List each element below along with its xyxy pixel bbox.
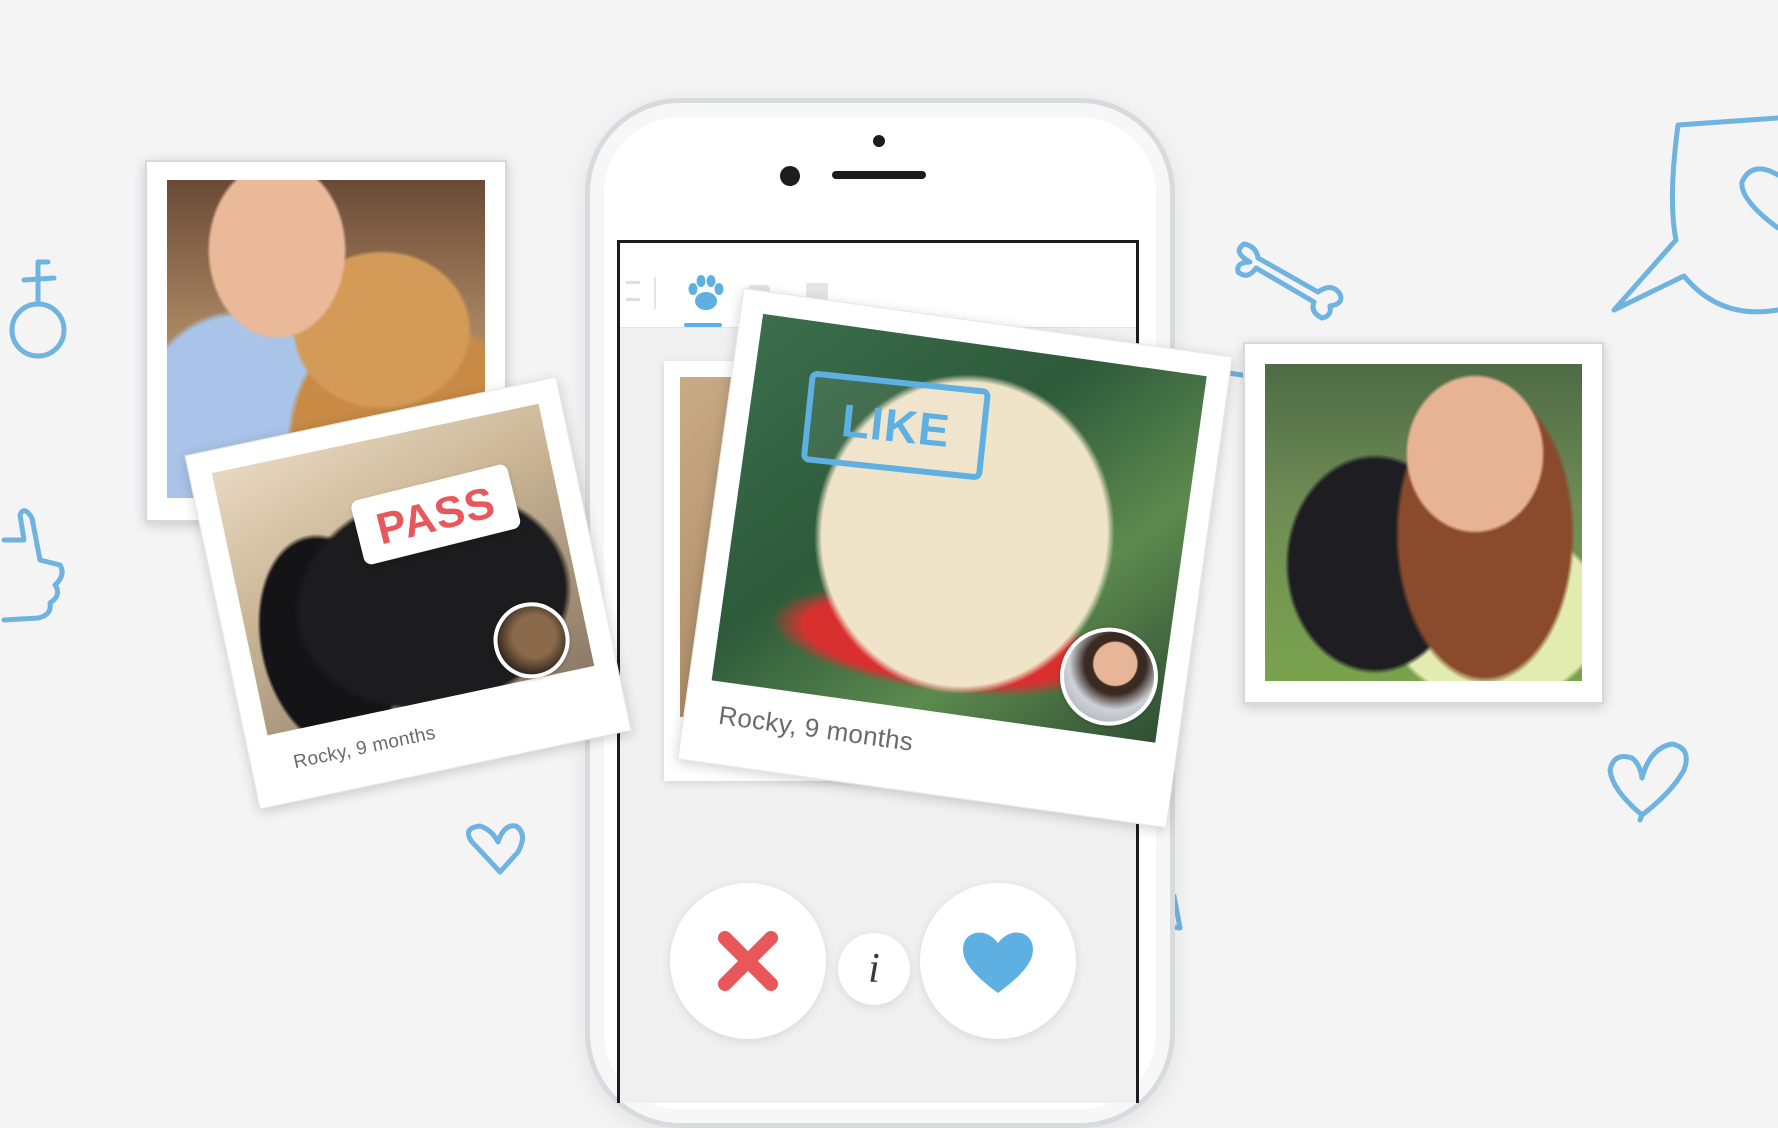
active-tab-indicator xyxy=(684,323,722,327)
like-card[interactable]: LIKE Rocky, 9 months xyxy=(677,287,1233,829)
heart-doodle-icon xyxy=(465,823,525,875)
phone-sensor xyxy=(873,135,885,147)
heart-outline-icon xyxy=(1607,741,1689,823)
like-card-caption: Rocky, 9 months xyxy=(716,699,916,757)
pass-card[interactable]: PASS Rocky, 9 months xyxy=(184,376,632,810)
thumbs-up-icon xyxy=(1,508,65,623)
menu-icon[interactable] xyxy=(626,281,640,301)
x-icon xyxy=(718,931,778,991)
owner-avatar xyxy=(486,595,577,686)
heart-icon xyxy=(963,932,1033,993)
gender-symbol-icon xyxy=(9,259,67,359)
photo-card-woman-with-puppy xyxy=(1243,342,1604,704)
pass-button[interactable] xyxy=(670,883,826,1039)
info-button[interactable]: i xyxy=(838,933,910,1005)
phone-speaker xyxy=(832,171,926,179)
speech-bubble-heart-icon xyxy=(1611,115,1778,315)
info-label: i xyxy=(868,946,880,992)
bone-icon xyxy=(1235,241,1344,321)
like-button[interactable] xyxy=(920,883,1076,1039)
phone-camera xyxy=(780,166,800,186)
like-stamp: LIKE xyxy=(800,370,992,481)
labrador-photo: LIKE xyxy=(711,313,1207,743)
woman-with-black-puppy-photo xyxy=(1265,364,1582,681)
black-dog-photo: PASS xyxy=(211,403,595,736)
tab-separator xyxy=(654,277,656,309)
paw-icon[interactable] xyxy=(684,273,728,313)
owner-avatar xyxy=(1053,621,1165,732)
pass-stamp: PASS xyxy=(349,463,522,566)
pass-card-caption: Rocky, 9 months xyxy=(291,722,438,774)
